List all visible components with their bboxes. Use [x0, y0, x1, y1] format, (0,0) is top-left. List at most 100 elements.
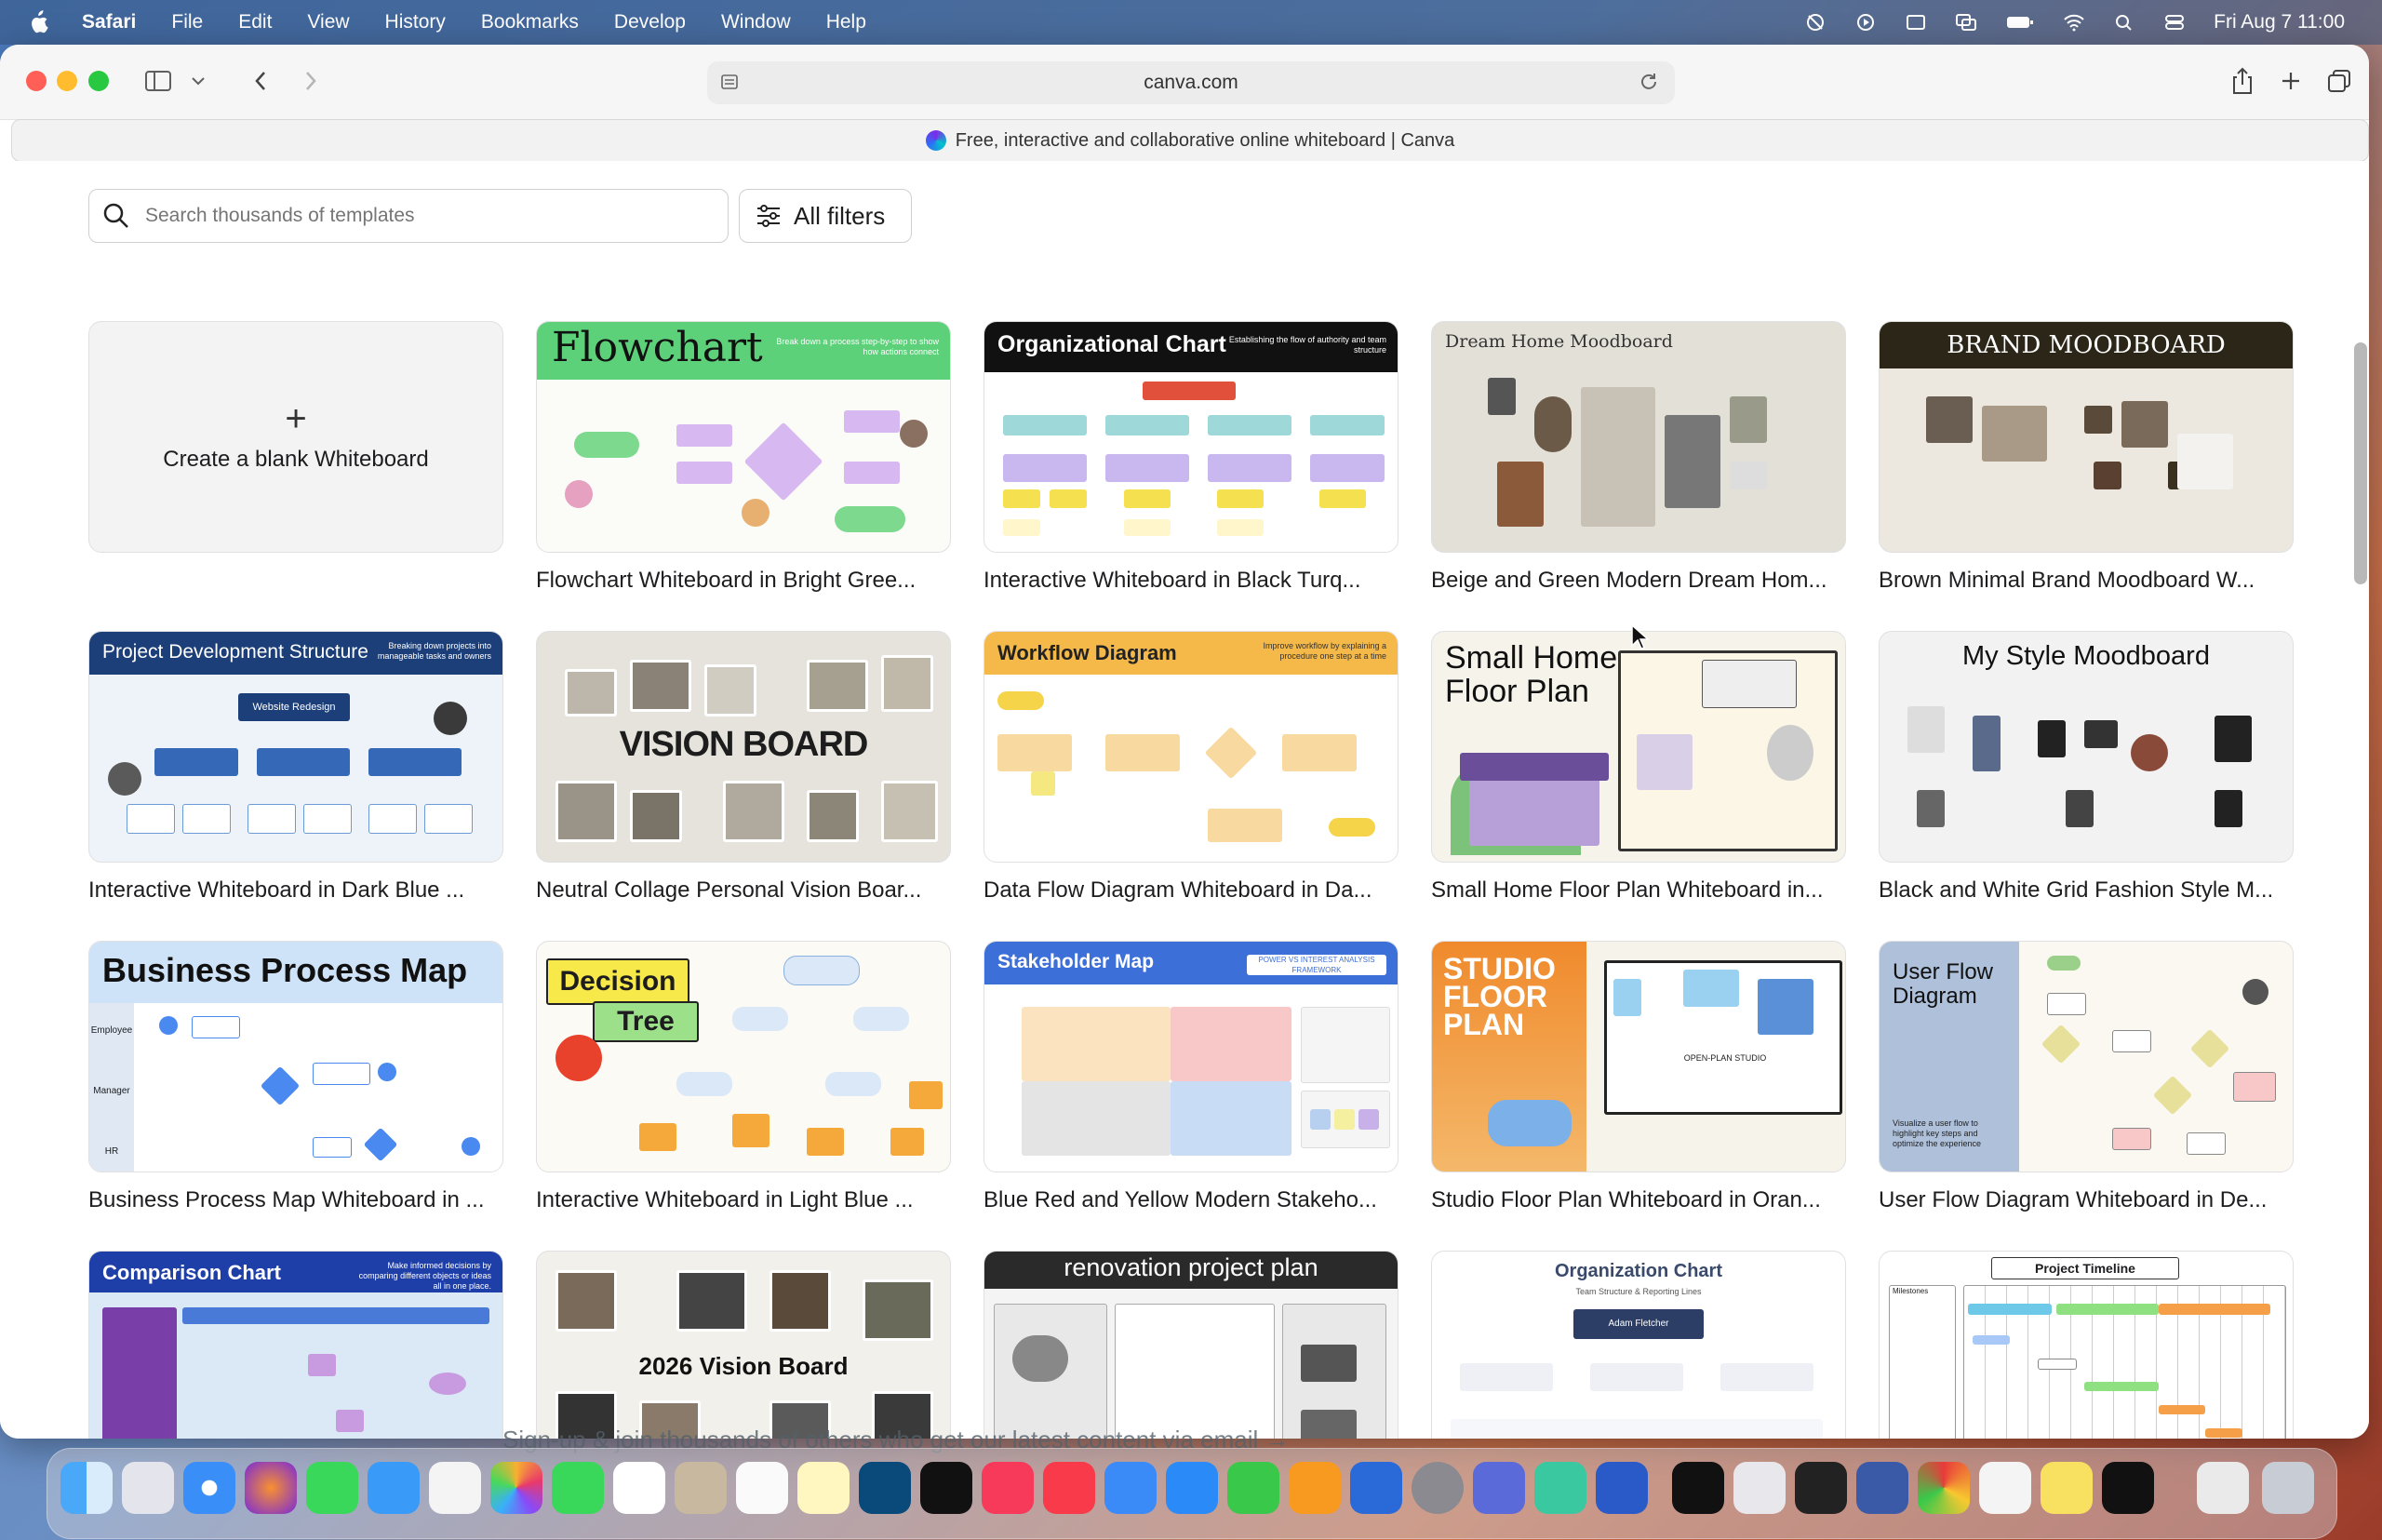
template-card[interactable]: Organizational Chart Establishing the fl… — [984, 321, 1398, 594]
menu-view[interactable]: View — [307, 11, 349, 33]
template-card[interactable]: Flowchart Break down a process step-by-s… — [536, 321, 951, 594]
finder-icon[interactable] — [60, 1462, 113, 1514]
tips-icon[interactable] — [2041, 1462, 2093, 1514]
close-window-button[interactable] — [26, 71, 47, 91]
template-card[interactable]: renovation project plan — [984, 1251, 1398, 1439]
template-search-input[interactable]: Search thousands of templates — [88, 189, 729, 243]
trash-icon[interactable] — [2262, 1462, 2314, 1514]
menu-develop[interactable]: Develop — [614, 11, 686, 33]
forward-button[interactable] — [294, 63, 328, 99]
screen-sharing-icon[interactable] — [1596, 1462, 1648, 1514]
control-center-icon[interactable] — [2163, 13, 2186, 32]
template-card[interactable]: 2026 Vision Board — [536, 1251, 951, 1439]
template-card[interactable]: Decision Tree Interactive Whiteboard in … — [536, 941, 951, 1213]
template-card[interactable]: Dream Home Moodboard Beige and Green Mod… — [1431, 321, 1846, 594]
screen-mirroring-icon[interactable] — [1955, 13, 1977, 32]
tab-overview-button[interactable] — [2322, 63, 2356, 99]
mail-icon[interactable] — [368, 1462, 420, 1514]
battery-icon[interactable] — [2005, 13, 2035, 32]
template-card[interactable]: Stakeholder Map POWER VS INTEREST ANALYS… — [984, 941, 1398, 1213]
template-card[interactable]: BRAND MOODBOARD Brown Minimal Brand Mood… — [1879, 321, 2294, 594]
terminal-icon[interactable] — [1672, 1462, 1724, 1514]
numbers-icon[interactable] — [1227, 1462, 1279, 1514]
display-icon[interactable] — [1905, 13, 1927, 32]
sidebar-toggle-button[interactable] — [140, 63, 177, 99]
instruments-icon[interactable] — [2102, 1462, 2154, 1514]
menu-window[interactable]: Window — [721, 11, 791, 33]
play-icon[interactable] — [1854, 13, 1877, 32]
menu-clock[interactable]: Fri Aug 7 11:00 — [2214, 11, 2345, 33]
address-bar[interactable]: canva.com — [707, 61, 1675, 104]
chrome-icon[interactable] — [1918, 1462, 1970, 1514]
template-card[interactable]: Comparison Chart Make informed decisions… — [88, 1251, 503, 1439]
menu-bookmarks[interactable]: Bookmarks — [481, 11, 579, 33]
create-blank-whiteboard-card[interactable]: + Create a blank Whiteboard — [88, 321, 503, 553]
menu-file[interactable]: File — [171, 11, 203, 33]
template-card[interactable]: Business Process Map Employee Manager HR… — [88, 941, 503, 1213]
template-thumbnail: VISION BOARD — [536, 631, 951, 863]
template-thumbnail: Dream Home Moodboard — [1431, 321, 1846, 553]
back-button[interactable] — [244, 63, 277, 99]
template-title: Flowchart Whiteboard in Bright Gree... — [536, 568, 917, 593]
template-card[interactable]: Project Timeline Milestones — [1879, 1251, 2294, 1439]
page-menu-icon[interactable] — [720, 73, 739, 91]
apple-icon[interactable] — [28, 10, 48, 34]
safari-icon[interactable] — [183, 1462, 235, 1514]
zoom-window-button[interactable] — [88, 71, 109, 91]
menu-history[interactable]: History — [385, 11, 446, 33]
spotlight-search-icon[interactable] — [2113, 13, 2135, 32]
script-editor-icon[interactable] — [1534, 1462, 1586, 1514]
minimize-window-button[interactable] — [57, 71, 77, 91]
new-tab-button[interactable] — [2274, 63, 2308, 99]
messages-icon[interactable] — [306, 1462, 358, 1514]
plus-icon — [2282, 73, 2299, 89]
apple-tv-icon[interactable] — [920, 1462, 972, 1514]
template-card[interactable]: Workflow Diagram Improve workflow by exp… — [984, 631, 1398, 904]
launchpad-icon[interactable] — [122, 1462, 174, 1514]
freeform-icon[interactable] — [859, 1462, 911, 1514]
wifi-icon[interactable] — [2063, 13, 2085, 32]
template-card[interactable]: Organization Chart Team Structure & Repo… — [1431, 1251, 1846, 1439]
app-store-icon[interactable] — [1166, 1462, 1218, 1514]
news-icon[interactable] — [1043, 1462, 1095, 1514]
pages-icon[interactable] — [1289, 1462, 1341, 1514]
reload-icon[interactable] — [1638, 71, 1660, 93]
template-thumbnail: Project Timeline Milestones — [1879, 1251, 2294, 1439]
keynote-icon[interactable] — [1104, 1462, 1157, 1514]
activity-monitor-icon[interactable] — [1733, 1462, 1786, 1514]
lane-label: HR — [104, 1146, 119, 1157]
photos-icon[interactable] — [490, 1462, 542, 1514]
maps-icon[interactable] — [429, 1462, 481, 1514]
xcode-icon[interactable] — [1350, 1462, 1402, 1514]
template-card[interactable]: My Style Moodboard Black and White Grid … — [1879, 631, 2294, 904]
app-menu[interactable]: Safari — [82, 11, 136, 33]
template-card[interactable]: Small Home Floor Plan Small Home Floor P… — [1431, 631, 1846, 904]
template-card[interactable]: VISION BOARD Neutral Collage Personal Vi… — [536, 631, 951, 904]
accessibility-icon[interactable] — [1804, 13, 1827, 32]
all-filters-button[interactable]: All filters — [739, 189, 912, 243]
menu-help[interactable]: Help — [826, 11, 866, 33]
contacts-icon[interactable] — [675, 1462, 727, 1514]
share-button[interactable] — [2226, 63, 2259, 99]
simulator-icon[interactable] — [1473, 1462, 1525, 1514]
template-card[interactable]: User Flow Diagram Visualize a user flow … — [1879, 941, 2294, 1213]
downloads-stack-icon[interactable] — [2197, 1462, 2249, 1514]
facetime-icon[interactable] — [552, 1462, 604, 1514]
thumb-heading: 2026 Vision Board — [638, 1352, 849, 1380]
firefox-icon[interactable] — [245, 1462, 297, 1514]
disk-utility-icon[interactable] — [1856, 1462, 1908, 1514]
active-tab[interactable]: Free, interactive and collaborative onli… — [11, 119, 2369, 162]
calendar-icon[interactable] — [613, 1462, 665, 1514]
menu-edit[interactable]: Edit — [238, 11, 272, 33]
tab-group-dropdown[interactable] — [184, 63, 212, 99]
music-icon[interactable] — [982, 1462, 1034, 1514]
reminders-icon[interactable] — [736, 1462, 788, 1514]
system-settings-icon[interactable] — [1412, 1462, 1464, 1514]
page-scrollbar[interactable] — [2354, 342, 2367, 584]
template-card[interactable]: Project Development Structure Breaking d… — [88, 631, 503, 904]
template-thumbnail: STUDIO FLOOR PLAN OPEN-PLAN STUDIO — [1431, 941, 1846, 1172]
template-card[interactable]: STUDIO FLOOR PLAN OPEN-PLAN STUDIO Studi… — [1431, 941, 1846, 1213]
stocks-icon[interactable] — [1795, 1462, 1847, 1514]
notes-icon[interactable] — [797, 1462, 850, 1514]
textedit-icon[interactable] — [1979, 1462, 2031, 1514]
